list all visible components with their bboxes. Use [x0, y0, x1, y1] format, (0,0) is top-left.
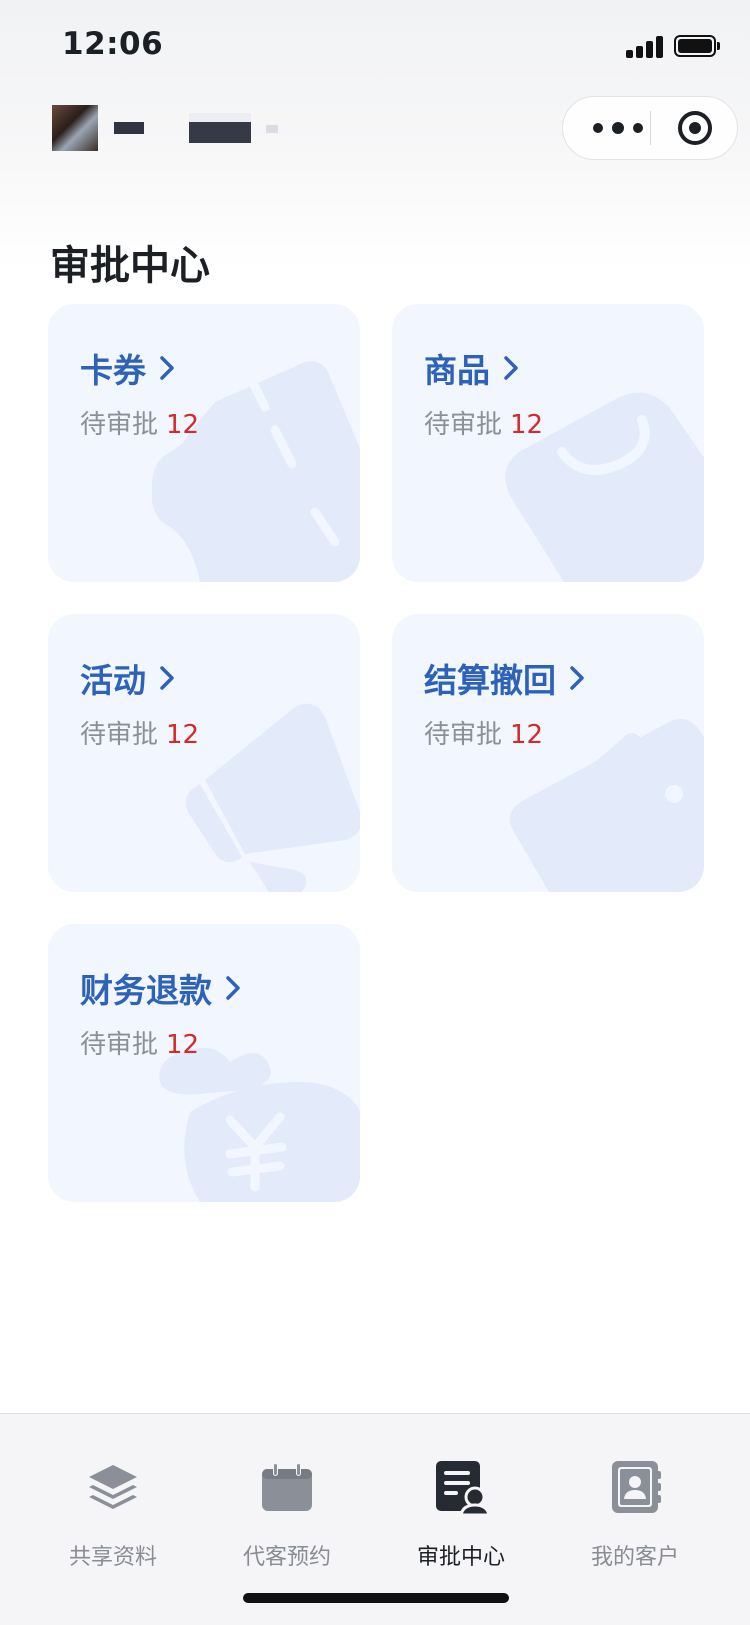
- tab-label: 代客预约: [242, 1545, 331, 1570]
- card-product[interactable]: 商品 待审批 12: [392, 304, 704, 582]
- pending-count: 12: [510, 720, 544, 750]
- tab-label: 我的客户: [590, 1545, 679, 1570]
- pending-label: 待审批: [80, 1030, 159, 1060]
- pending-count: 12: [166, 1030, 200, 1060]
- pending-count: 12: [510, 410, 544, 440]
- status-bar: 12:06: [0, 0, 750, 90]
- cellular-signal-icon: [626, 36, 663, 58]
- pending-status: 待审批 12: [80, 1024, 199, 1061]
- battery-icon: [674, 35, 720, 57]
- miniprogram-capsule: [562, 96, 738, 160]
- capsule-divider: [650, 111, 651, 145]
- layers-icon: [89, 1465, 137, 1509]
- pending-status: 待审批 12: [424, 404, 543, 441]
- card-title: 活动: [80, 661, 146, 700]
- tab-approval-center[interactable]: 审批中心: [374, 1414, 548, 1570]
- pending-status: 待审批 12: [80, 404, 199, 441]
- card-coupon[interactable]: 卡券 待审批 12: [48, 304, 360, 582]
- calendar-icon: [262, 1463, 312, 1511]
- chevron-right-icon: [504, 356, 518, 380]
- chevron-right-icon: [160, 666, 174, 690]
- card-title: 结算撤回: [424, 661, 556, 700]
- chevron-right-icon: [160, 356, 174, 380]
- pending-label: 待审批: [80, 720, 159, 750]
- tab-my-customers[interactable]: 我的客户: [548, 1414, 722, 1570]
- home-indicator: [243, 1593, 509, 1603]
- account-header[interactable]: [52, 105, 282, 155]
- page-title: 审批中心: [50, 242, 210, 289]
- card-finance-refund[interactable]: 财务退款 待审批 12: [48, 924, 360, 1202]
- chevron-right-icon: [226, 976, 240, 1000]
- pending-label: 待审批: [424, 410, 503, 440]
- more-icon[interactable]: [591, 97, 651, 159]
- tab-label: 审批中心: [416, 1545, 505, 1570]
- card-settlement-withdraw[interactable]: 结算撤回 待审批 12: [392, 614, 704, 892]
- close-target-icon[interactable]: [676, 109, 714, 147]
- tab-customer-booking[interactable]: 代客预约: [200, 1414, 374, 1570]
- pending-count: 12: [166, 410, 200, 440]
- pending-label: 待审批: [80, 410, 159, 440]
- pending-label: 待审批: [424, 720, 503, 750]
- tab-shared-materials[interactable]: 共享资料: [26, 1414, 200, 1570]
- account-name-blurred: [114, 122, 144, 134]
- card-title: 商品: [424, 351, 490, 390]
- card-activity[interactable]: 活动 待审批 12: [48, 614, 360, 892]
- chevron-right-icon: [570, 666, 584, 690]
- pending-status: 待审批 12: [80, 714, 199, 751]
- status-time: 12:06: [62, 26, 164, 62]
- card-title: 财务退款: [80, 971, 212, 1010]
- pending-count: 12: [166, 720, 200, 750]
- approval-document-icon: [436, 1461, 489, 1515]
- avatar[interactable]: [52, 105, 98, 151]
- pending-status: 待审批 12: [424, 714, 543, 751]
- contacts-book-icon: [612, 1461, 661, 1513]
- card-title: 卡券: [80, 351, 146, 390]
- tab-label: 共享资料: [68, 1545, 157, 1570]
